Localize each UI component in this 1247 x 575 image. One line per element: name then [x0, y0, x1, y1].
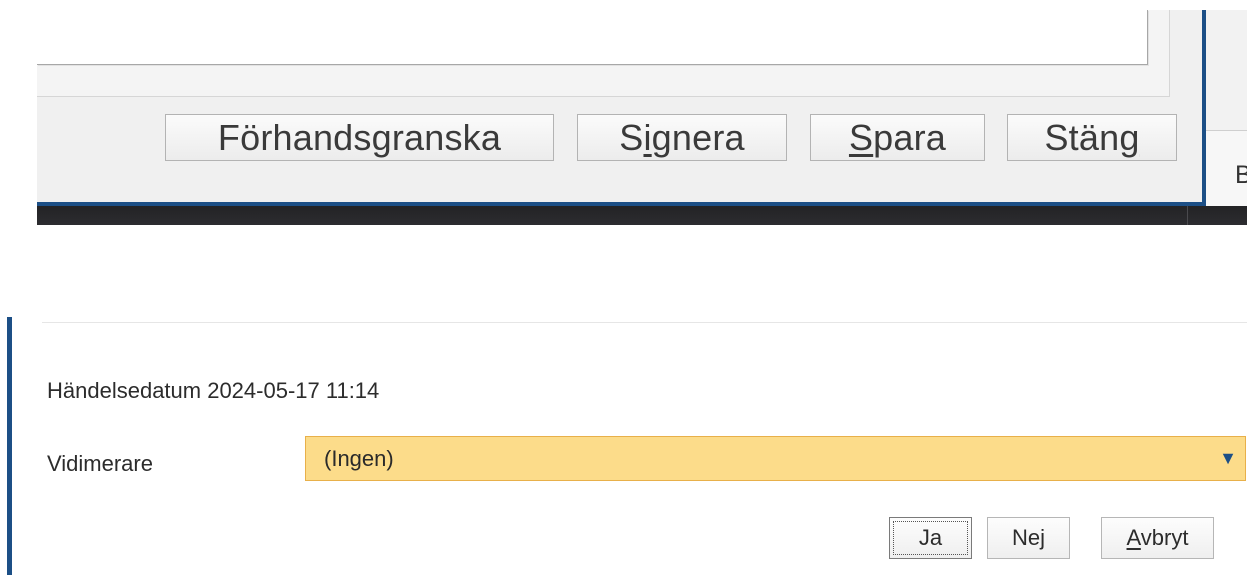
save-button[interactable]: Spara	[810, 114, 985, 161]
top-dialog-screenshot: Förhandsgranska Signera Spara Stäng B	[37, 10, 1247, 225]
content-frame	[37, 10, 1170, 97]
preview-button-label: Förhandsgranska	[217, 116, 502, 158]
witness-select[interactable]: (Ingen) ▼	[305, 436, 1246, 481]
witness-label: Vidimerare	[47, 451, 153, 476]
no-button-label: Nej	[1011, 525, 1045, 550]
background-window-header	[1206, 10, 1247, 131]
close-button-label: Stäng	[1044, 116, 1140, 158]
event-date-text: Händelsedatum 2024-05-17 11:14	[47, 378, 380, 403]
sign-button-label: Signera	[619, 116, 745, 158]
taskbar	[37, 206, 1247, 225]
dropdown-arrow-icon[interactable]: ▼	[1211, 437, 1245, 480]
no-button[interactable]: Nej	[987, 517, 1070, 559]
background-window: B	[1206, 10, 1247, 206]
divider	[42, 322, 1247, 323]
save-button-label: Spara	[848, 116, 947, 158]
witness-select-value: (Ingen)	[324, 445, 394, 471]
text-area[interactable]	[37, 10, 1148, 65]
preview-button[interactable]: Förhandsgranska	[165, 114, 554, 161]
cancel-button-label: Avbryt	[1126, 525, 1189, 550]
taskbar-separator	[1187, 206, 1188, 225]
dialog-window: Förhandsgranska Signera Spara Stäng	[37, 10, 1206, 206]
yes-button-label: Ja	[918, 525, 943, 550]
bottom-dialog-screenshot: Händelsedatum 2024-05-17 11:14 Vidimerar…	[7, 317, 1247, 575]
cancel-button[interactable]: Avbryt	[1101, 517, 1214, 559]
background-window-text: B	[1235, 161, 1247, 189]
close-button[interactable]: Stäng	[1007, 114, 1177, 161]
yes-button[interactable]: Ja	[889, 517, 972, 559]
sign-button[interactable]: Signera	[577, 114, 787, 161]
window-border	[7, 317, 12, 575]
